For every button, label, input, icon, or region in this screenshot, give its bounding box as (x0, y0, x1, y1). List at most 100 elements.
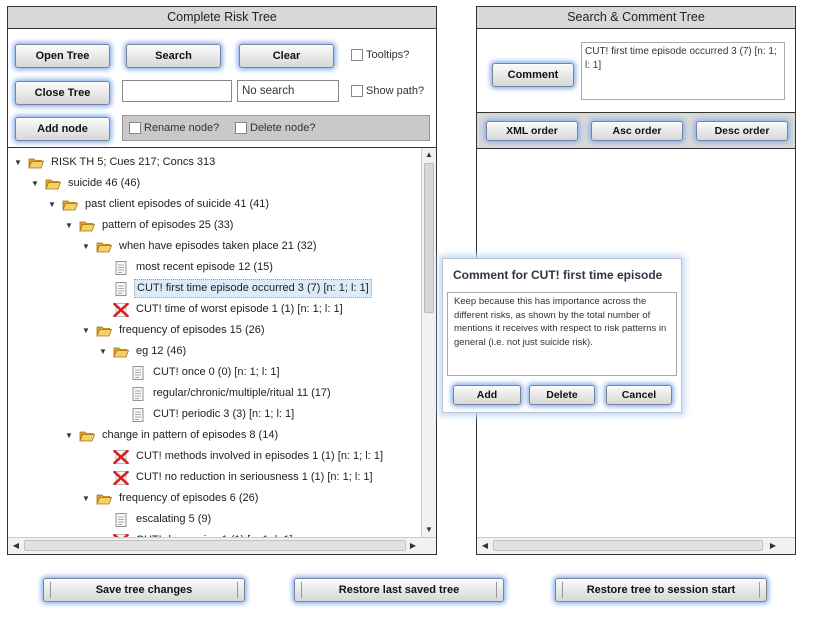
close-tree-button[interactable]: Close Tree (15, 81, 110, 105)
folder-icon (96, 240, 112, 254)
expand-toggle-icon[interactable]: ▼ (99, 341, 109, 362)
tree-node[interactable]: most recent episode 12 (15) (113, 257, 275, 278)
show-path-checkbox[interactable]: Show path? (351, 85, 424, 97)
xml-order-button[interactable]: XML order (486, 121, 578, 141)
expand-toggle-icon[interactable]: ▼ (82, 320, 92, 341)
tree-node[interactable]: regular/chronic/multiple/ritual 11 (17) (130, 383, 333, 404)
tree-node[interactable]: ▼ when have episodes taken place 21 (32) (82, 236, 319, 257)
comment-text-area[interactable]: CUT! first time episode occurred 3 (7) [… (581, 42, 785, 100)
restore-session-left-edge (562, 582, 563, 598)
save-tree-changes-button[interactable]: Save tree changes (43, 578, 245, 602)
search-comment-tree-title: Search & Comment Tree (477, 7, 795, 29)
results-scroll-right-arrow[interactable]: ▶ (766, 539, 780, 553)
tree-node[interactable]: ▼ past client episodes of suicide 41 (41) (48, 194, 271, 215)
tooltips-checkbox-box[interactable] (351, 49, 363, 61)
tree-node-label: regular/chronic/multiple/ritual 11 (17) (153, 387, 331, 399)
delete-node-checkbox[interactable]: Delete node? (235, 122, 315, 134)
expand-toggle-icon[interactable]: ▼ (48, 194, 58, 215)
risk-tree-view[interactable]: ▼ RISK TH 5; Cues 217; Concs 313 ▼ suicide … (8, 148, 421, 537)
complete-risk-tree-title: Complete Risk Tree (8, 7, 436, 29)
expand-toggle-icon[interactable]: ▼ (82, 236, 92, 257)
save-left-edge (50, 582, 51, 598)
show-path-label: Show path? (366, 85, 425, 97)
tree-node[interactable]: CUT! once 0 (0) [n: 1; l: 1] (130, 362, 282, 383)
tree-node[interactable]: CUT! methods involved in episodes 1 (1) … (113, 446, 385, 467)
tree-node[interactable]: ▼ RISK TH 5; Cues 217; Concs 313 (14, 152, 217, 173)
show-path-checkbox-box[interactable] (351, 85, 363, 97)
tree-node[interactable]: CUT! decreasing 1 (1) [n: 1; l: 1] (113, 530, 295, 537)
add-node-button[interactable]: Add node (15, 117, 110, 141)
rename-node-label: Rename node? (144, 122, 220, 134)
popup-add-button[interactable]: Add (453, 385, 521, 405)
tree-node[interactable]: ▼ frequency of episodes 15 (26) (82, 320, 267, 341)
popup-delete-button[interactable]: Delete (529, 385, 595, 405)
tree-node[interactable]: CUT! no reduction in seriousness 1 (1) [… (113, 467, 375, 488)
tree-node[interactable]: CUT! first time episode occurred 3 (7) [… (113, 278, 372, 299)
asc-order-button[interactable]: Asc order (591, 121, 683, 141)
rename-node-checkbox[interactable]: Rename node? (129, 122, 219, 134)
tree-node[interactable]: CUT! time of worst episode 1 (1) [n: 1; … (113, 299, 345, 320)
folder-icon (96, 492, 112, 506)
tree-horizontal-scrollbar[interactable]: ◀ ▶ (8, 537, 436, 554)
scroll-right-arrow[interactable]: ▶ (406, 539, 420, 553)
expand-toggle-icon[interactable]: ▼ (65, 215, 75, 236)
cut-node-icon (113, 302, 129, 317)
tree-node[interactable]: CUT! periodic 3 (3) [n: 1; l: 1] (130, 404, 296, 425)
tree-node-label: past client episodes of suicide 41 (41) (85, 198, 270, 210)
tree-node[interactable]: ▼ eg 12 (46) (99, 341, 188, 362)
restore-session-start-button[interactable]: Restore tree to session start (555, 578, 767, 602)
tree-node-label: CUT! decreasing 1 (1) [n: 1; l: 1] (134, 530, 295, 537)
comment-button[interactable]: Comment (492, 63, 574, 87)
expand-toggle-icon[interactable]: ▼ (14, 152, 24, 173)
comment-popup-title: Comment for CUT! first time episode (453, 268, 663, 282)
scroll-thumb[interactable] (424, 163, 434, 313)
expand-toggle-icon[interactable]: ▼ (82, 488, 92, 509)
tree-node[interactable]: ▼ change in pattern of episodes 8 (14) (65, 425, 280, 446)
scroll-left-arrow[interactable]: ◀ (9, 539, 23, 553)
tooltips-label: Tooltips? (366, 49, 410, 61)
tree-controls: Open Tree Search Clear Tooltips? Close T… (8, 29, 436, 147)
tree-node-label: frequency of episodes 6 (26) (119, 492, 259, 504)
tree-node[interactable]: ▼ suicide 46 (46) (31, 173, 142, 194)
folder-icon (79, 219, 95, 233)
tree-node-label: most recent episode 12 (15) (136, 261, 273, 273)
open-tree-button[interactable]: Open Tree (15, 44, 110, 68)
tree-node-label: CUT! no reduction in seriousness 1 (1) [… (136, 471, 373, 483)
tree-vertical-scrollbar[interactable]: ▲ ▼ (421, 148, 436, 537)
restore-session-right-edge (759, 582, 760, 598)
document-icon (113, 281, 129, 296)
tree-node[interactable]: ▼ frequency of episodes 6 (26) (82, 488, 260, 509)
scroll-up-arrow[interactable]: ▲ (422, 148, 436, 162)
search-input[interactable] (122, 80, 232, 102)
popup-cancel-button[interactable]: Cancel (606, 385, 672, 405)
rename-node-checkbox-box[interactable] (129, 122, 141, 134)
tree-node[interactable]: escalating 5 (9) (113, 509, 213, 530)
results-scroll-left-arrow[interactable]: ◀ (478, 539, 492, 553)
delete-node-checkbox-box[interactable] (235, 122, 247, 134)
clear-button[interactable]: Clear (239, 44, 334, 68)
desc-order-button[interactable]: Desc order (696, 121, 788, 141)
save-right-edge (237, 582, 238, 598)
folder-icon (62, 198, 78, 212)
folder-icon (28, 156, 44, 170)
results-hscroll-thumb[interactable] (493, 540, 763, 551)
search-button[interactable]: Search (126, 44, 221, 68)
expand-toggle-icon[interactable]: ▼ (65, 425, 75, 446)
results-horizontal-scrollbar[interactable]: ◀ ▶ (477, 537, 795, 554)
restore-saved-right-edge (496, 582, 497, 598)
node-options-bar: Rename node? Delete node? (122, 115, 430, 141)
hscroll-thumb[interactable] (24, 540, 406, 551)
scroll-down-arrow[interactable]: ▼ (422, 523, 436, 537)
tree-node[interactable]: ▼ pattern of episodes 25 (33) (65, 215, 235, 236)
expand-toggle-icon[interactable]: ▼ (31, 173, 41, 194)
restore-session-start-label: Restore tree to session start (586, 584, 736, 596)
tree-node-label: RISK TH 5; Cues 217; Concs 313 (51, 156, 216, 168)
comment-popup-textarea[interactable]: Keep because this has importance across … (447, 292, 677, 376)
tree-node-label: CUT! time of worst episode 1 (1) [n: 1; … (136, 303, 343, 315)
restore-last-saved-label: Restore last saved tree (338, 584, 460, 596)
tree-node-label: CUT! methods involved in episodes 1 (1) … (136, 450, 384, 462)
tooltips-checkbox[interactable]: Tooltips? (351, 49, 409, 61)
document-icon (130, 407, 146, 422)
tree-node-label: change in pattern of episodes 8 (14) (102, 429, 279, 441)
restore-last-saved-button[interactable]: Restore last saved tree (294, 578, 504, 602)
